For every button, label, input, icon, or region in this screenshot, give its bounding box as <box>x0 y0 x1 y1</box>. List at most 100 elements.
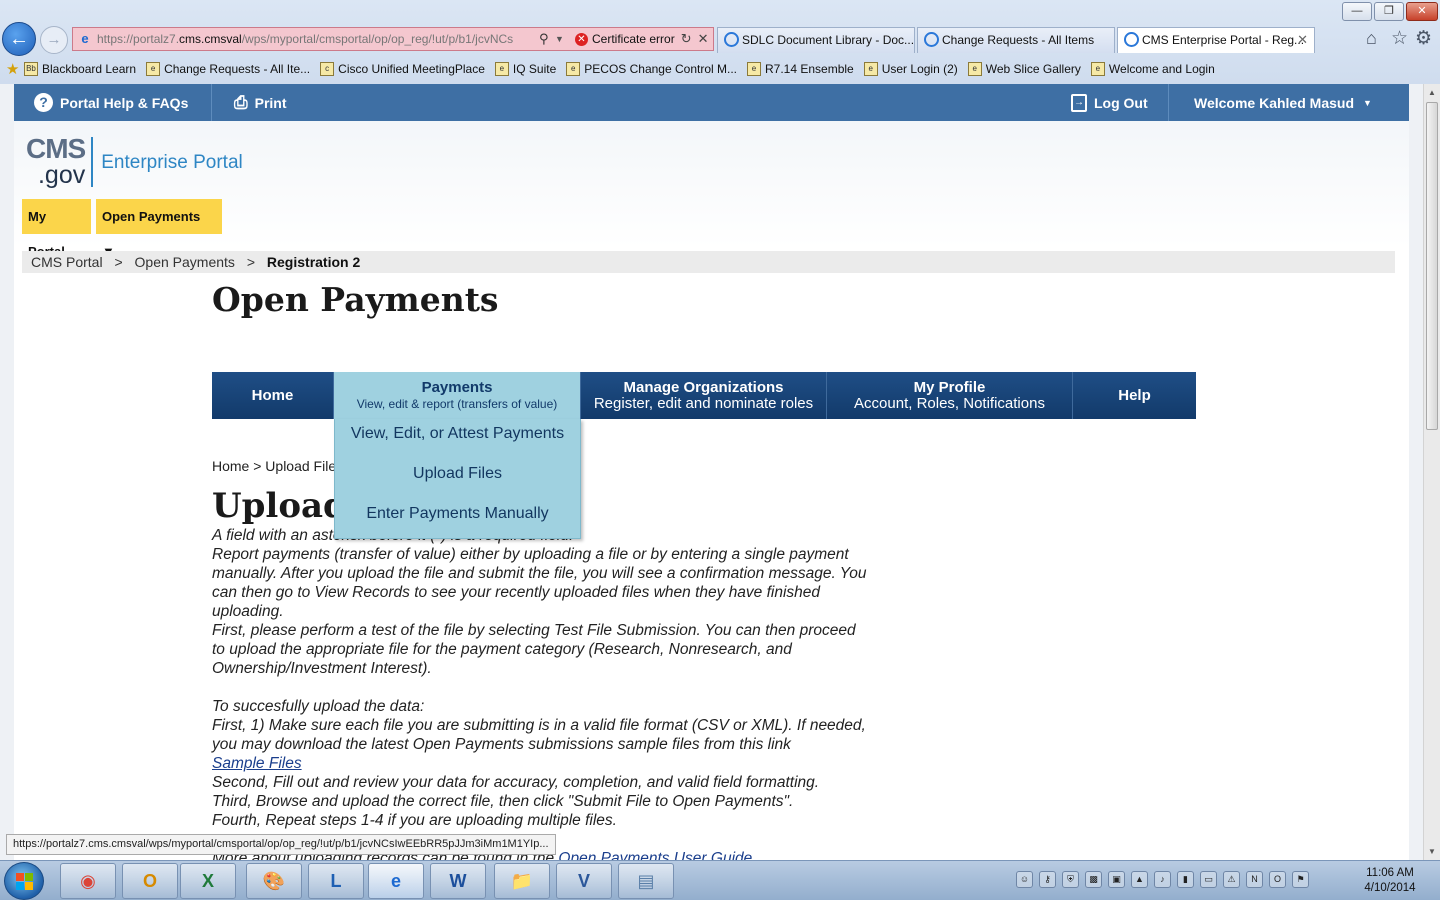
vertical-scrollbar[interactable]: ▲ ▼ <box>1423 84 1440 860</box>
taskbar-outlook[interactable]: O <box>122 863 178 899</box>
favorite-pecos[interactable]: e PECOS Change Control M... <box>566 62 737 76</box>
upload-instructions: A field with an asterisk before it (*) i… <box>212 526 872 860</box>
nav-home[interactable]: Home <box>212 372 334 419</box>
gear-icon[interactable]: ⚙ <box>1415 27 1432 50</box>
add-favorite-icon[interactable]: ★ <box>6 60 24 78</box>
url-domain: cms.cmsval <box>179 32 242 46</box>
open-payments-menu-button[interactable]: Open Payments ▼ <box>96 199 222 259</box>
favorite-change-requests[interactable]: e Change Requests - All Ite... <box>146 62 310 76</box>
favorite-label: IQ Suite <box>512 62 557 76</box>
ie-tab-icon <box>924 32 939 47</box>
scroll-thumb[interactable] <box>1426 102 1438 430</box>
instructions-paragraph-2: First, please perform a test of the file… <box>212 622 856 677</box>
nav-payments-subtitle: View, edit & report (transfers of value) <box>356 396 558 411</box>
taskbar-word[interactable]: W <box>430 863 486 899</box>
taskbar-visio[interactable]: V <box>556 863 612 899</box>
address-bar[interactable]: e https://portalz7.cms.cmsval/wps/myport… <box>72 27 714 51</box>
speaker-icon[interactable]: ♪ <box>1154 871 1171 888</box>
breadcrumb-cms-portal[interactable]: CMS Portal <box>31 254 103 270</box>
clock[interactable]: 11:06 AM 4/10/2014 <box>1352 866 1428 896</box>
tab-cms-portal[interactable]: CMS Enterprise Portal - Reg... ✕ <box>1117 27 1315 53</box>
office-icon[interactable]: O <box>1269 871 1286 888</box>
breadcrumb-open-payments[interactable]: Open Payments <box>135 254 235 270</box>
favorite-welcome-login[interactable]: e Welcome and Login <box>1090 62 1215 76</box>
battery-icon[interactable]: ▮ <box>1177 871 1194 888</box>
certificate-error[interactable]: ✕ Certificate error <box>575 32 675 46</box>
page-icon: e <box>146 62 161 76</box>
taskbar-file-explorer[interactable]: 📁 <box>494 863 550 899</box>
tab-sdlc-library[interactable]: SDLC Document Library - Doc... <box>717 27 915 53</box>
favorite-web-slice[interactable]: e Web Slice Gallery <box>967 62 1081 76</box>
restore-button[interactable]: ❐ <box>1374 2 1404 21</box>
taskbar-lync[interactable]: L <box>308 863 364 899</box>
home-icon[interactable]: ⌂ <box>1366 28 1377 49</box>
search-icon[interactable]: ⚲ <box>539 31 555 47</box>
start-button[interactable] <box>4 862 44 900</box>
step-3: Third, Browse and upload the correct fil… <box>212 793 794 810</box>
sample-files-link[interactable]: Sample Files <box>212 755 302 772</box>
flag-icon[interactable]: ⚑ <box>1292 871 1309 888</box>
taskbar-excel[interactable]: X <box>180 863 236 899</box>
minimize-button[interactable]: — <box>1342 2 1372 21</box>
notification-icon[interactable]: ⚠ <box>1223 871 1240 888</box>
status-bar-url: https://portalz7.cms.cmsval/wps/myportal… <box>6 834 556 855</box>
scroll-down-icon[interactable]: ▼ <box>1424 843 1440 860</box>
taskbar-notepad[interactable]: ▤ <box>618 863 674 899</box>
my-portal-button[interactable]: My Portal <box>22 199 91 259</box>
taskbar: ◉ O X 🎨 L e W 📁 V ▤ ☺ ⚷ ⛨ ▩ ▣ ▲ ♪ ▮ ▭ ⚠ … <box>0 860 1440 900</box>
security-icon[interactable]: ▲ <box>1131 871 1148 888</box>
key-icon[interactable]: ⚷ <box>1039 871 1056 888</box>
close-tab-icon[interactable]: ✕ <box>1297 28 1308 52</box>
nav-my-profile[interactable]: My Profile Account, Roles, Notifications <box>827 372 1073 419</box>
favorite-blackboard[interactable]: Bb Blackboard Learn <box>24 62 136 76</box>
cms-logo[interactable]: CMS .gov Enterprise Portal <box>26 135 243 189</box>
welcome-user-menu[interactable]: Welcome Kahled Masud ▼ <box>1194 84 1372 121</box>
paint-icon: 🎨 <box>262 870 286 891</box>
address-url[interactable]: https://portalz7.cms.cmsval/wps/myportal… <box>97 32 535 46</box>
taskbar-paint[interactable]: 🎨 <box>246 863 302 899</box>
network-icon[interactable]: ▣ <box>1108 871 1125 888</box>
blackboard-icon: Bb <box>24 62 38 76</box>
signal-icon[interactable]: ▩ <box>1085 871 1102 888</box>
close-window-button[interactable]: ✕ <box>1406 2 1438 21</box>
nav-manage-organizations[interactable]: Manage Organizations Register, edit and … <box>581 372 827 419</box>
window-controls: — ❐ ✕ <box>1342 2 1438 21</box>
logout-button[interactable]: → Log Out <box>1071 84 1148 121</box>
ie-page-icon: e <box>81 31 89 46</box>
menu-item-upload-files[interactable]: Upload Files <box>335 459 580 499</box>
nav-profile-subtitle: Account, Roles, Notifications <box>854 394 1045 412</box>
lync-icon: L <box>330 870 342 891</box>
monitor-icon[interactable]: ▭ <box>1200 871 1217 888</box>
outlook-icon: O <box>142 870 157 891</box>
menu-item-view-edit-attest[interactable]: View, Edit, or Attest Payments <box>335 419 580 459</box>
nav-help[interactable]: Help <box>1073 372 1196 419</box>
print-button[interactable]: ⎙ Print <box>234 84 287 121</box>
nav-payments[interactable]: Payments View, edit & report (transfers … <box>334 372 581 419</box>
page-icon: e <box>747 62 761 76</box>
favorite-label: Welcome and Login <box>1108 62 1215 76</box>
ie-tab-icon <box>724 32 739 47</box>
favorite-label: User Login (2) <box>881 62 958 76</box>
tab-change-requests[interactable]: Change Requests - All Items <box>917 27 1115 53</box>
chevron-down-icon[interactable]: ▼ <box>555 34 569 44</box>
favorite-r714[interactable]: e R7.14 Ensemble <box>747 62 854 76</box>
favorites-star-icon[interactable]: ☆ <box>1391 27 1408 50</box>
refresh-icon[interactable]: ↻ <box>681 31 692 47</box>
breadcrumb-current: Registration 2 <box>266 254 361 270</box>
people-icon[interactable]: ☺ <box>1016 871 1033 888</box>
forward-button[interactable]: → <box>40 26 68 54</box>
logo-enterprise-portal-text: Enterprise Portal <box>101 152 243 173</box>
user-guide-link[interactable]: Open Payments User Guide <box>558 850 752 860</box>
onenote-icon[interactable]: N <box>1246 871 1263 888</box>
scroll-up-icon[interactable]: ▲ <box>1424 84 1440 101</box>
portal-help-button[interactable]: ? Portal Help & FAQs <box>34 84 188 121</box>
taskbar-chrome[interactable]: ◉ <box>60 863 116 899</box>
taskbar-internet-explorer[interactable]: e <box>368 863 424 899</box>
menu-item-enter-manually[interactable]: Enter Payments Manually <box>335 499 580 539</box>
favorite-user-login[interactable]: e User Login (2) <box>863 62 958 76</box>
back-button[interactable]: ← <box>2 22 36 56</box>
stop-icon[interactable]: ✕ <box>698 31 709 47</box>
favorite-cisco[interactable]: c Cisco Unified MeetingPlace <box>320 62 485 76</box>
favorite-iq-suite[interactable]: e IQ Suite <box>494 62 557 76</box>
shield-icon[interactable]: ⛨ <box>1062 871 1079 888</box>
